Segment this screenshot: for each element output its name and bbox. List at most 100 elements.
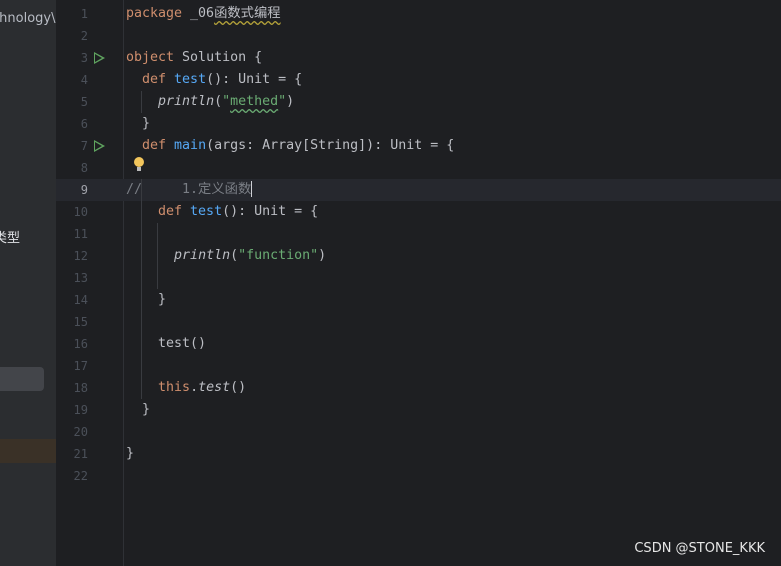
code-token: println bbox=[174, 248, 231, 263]
code-line[interactable]: 13 bbox=[56, 267, 781, 289]
line-number: 6 bbox=[80, 117, 88, 131]
code-token: } bbox=[126, 116, 151, 131]
indent-guide bbox=[141, 179, 142, 399]
line-number: 19 bbox=[73, 403, 88, 417]
line-number: 16 bbox=[73, 337, 88, 351]
line-number: 4 bbox=[80, 73, 88, 87]
line-number: 8 bbox=[80, 161, 88, 175]
line-number: 3 bbox=[80, 51, 88, 65]
code-token: } bbox=[126, 292, 167, 307]
code-token: def bbox=[126, 204, 191, 219]
line-number: 17 bbox=[73, 359, 88, 373]
code-text: } bbox=[126, 399, 150, 421]
lightbulb-icon[interactable] bbox=[134, 157, 144, 171]
line-number: 1 bbox=[80, 7, 88, 21]
line-number: 5 bbox=[80, 95, 88, 109]
line-number: 13 bbox=[73, 271, 88, 285]
line-number: 18 bbox=[73, 381, 88, 395]
project-tree-item[interactable]: 类型 bbox=[0, 227, 20, 246]
line-number: 15 bbox=[73, 315, 88, 329]
code-text: // 1.定义函数 bbox=[126, 179, 253, 201]
code-token: " bbox=[222, 94, 231, 109]
code-token: (): Unit = { bbox=[222, 204, 319, 219]
project-tree-item[interactable]: chnology\ bbox=[0, 11, 55, 26]
run-icon[interactable] bbox=[94, 140, 105, 152]
code-line[interactable]: 3 object Solution { bbox=[56, 47, 781, 69]
code-token: (): Unit = { bbox=[206, 72, 303, 87]
code-token: () bbox=[230, 380, 247, 395]
selected-tree-item[interactable] bbox=[0, 367, 44, 391]
code-line[interactable]: 22 bbox=[56, 465, 781, 487]
code-text: def test(): Unit = { bbox=[126, 69, 302, 91]
code-token: test bbox=[174, 72, 207, 87]
code-token: // 1.定义函数 bbox=[126, 182, 252, 197]
project-sidebar: chnology\ 类型 bbox=[0, 0, 56, 566]
line-number: 22 bbox=[73, 469, 88, 483]
code-line[interactable]: 16 test() bbox=[56, 333, 781, 355]
run-icon[interactable] bbox=[94, 52, 105, 64]
code-token: object bbox=[126, 50, 183, 65]
text-caret bbox=[251, 181, 253, 197]
code-text: } bbox=[126, 289, 166, 311]
active-file-item[interactable] bbox=[0, 439, 56, 463]
code-token: ( bbox=[214, 94, 223, 109]
code-token: "function" bbox=[238, 248, 319, 263]
code-line[interactable]: 6 } bbox=[56, 113, 781, 135]
code-line[interactable]: 19 } bbox=[56, 399, 781, 421]
code-text: test() bbox=[126, 333, 206, 355]
code-text: println("methed") bbox=[126, 91, 294, 113]
code-text: } bbox=[126, 443, 134, 465]
code-line[interactable]: 2 bbox=[56, 25, 781, 47]
line-number: 9 bbox=[80, 183, 88, 197]
code-token: } bbox=[126, 446, 135, 461]
code-line[interactable]: 10 def test(): Unit = { bbox=[56, 201, 781, 223]
code-line[interactable]: 4 def test(): Unit = { bbox=[56, 69, 781, 91]
code-token: Solution { bbox=[182, 50, 263, 65]
code-text: def main(args: Array[String]): Unit = { bbox=[126, 135, 454, 157]
code-token: 函数式编程 bbox=[214, 6, 281, 21]
code-token: package bbox=[126, 6, 191, 21]
code-line[interactable]: 8 bbox=[56, 157, 781, 179]
line-number: 12 bbox=[73, 249, 88, 263]
line-number: 11 bbox=[73, 227, 88, 241]
line-number: 20 bbox=[73, 425, 88, 439]
line-number: 14 bbox=[73, 293, 88, 307]
code-line[interactable]: 20 bbox=[56, 421, 781, 443]
code-token: " bbox=[278, 94, 287, 109]
code-token: def bbox=[126, 138, 175, 153]
code-token: (args: Array[String]): Unit = { bbox=[206, 138, 455, 153]
code-line[interactable]: 21} bbox=[56, 443, 781, 465]
code-token: test bbox=[190, 204, 223, 219]
code-token: test() bbox=[126, 336, 207, 351]
line-number: 2 bbox=[80, 29, 88, 43]
code-token: _06 bbox=[190, 6, 215, 21]
indent-guide bbox=[141, 91, 142, 113]
code-token: ) bbox=[318, 248, 327, 263]
code-token: this bbox=[158, 380, 191, 395]
code-line[interactable]: 15 bbox=[56, 311, 781, 333]
code-line[interactable]: 14 } bbox=[56, 289, 781, 311]
code-line[interactable]: 11 bbox=[56, 223, 781, 245]
code-line[interactable]: 18 this.test() bbox=[56, 377, 781, 399]
code-token: methed bbox=[230, 94, 279, 109]
line-number: 21 bbox=[73, 447, 88, 461]
watermark: CSDN @STONE_KKK bbox=[634, 541, 765, 556]
code-line[interactable]: 1 package _06函数式编程 bbox=[56, 3, 781, 25]
code-line[interactable]: 12 println("function") bbox=[56, 245, 781, 267]
code-token: def bbox=[126, 72, 175, 87]
code-token: ( bbox=[230, 248, 239, 263]
code-line[interactable]: 9 // 1.定义函数 bbox=[56, 179, 781, 201]
code-text: def test(): Unit = { bbox=[126, 201, 318, 223]
code-line[interactable]: 7 def main(args: Array[String]): Unit = … bbox=[56, 135, 781, 157]
code-token: } bbox=[126, 402, 151, 417]
code-token: ) bbox=[286, 94, 295, 109]
code-line[interactable]: 17 bbox=[56, 355, 781, 377]
code-line[interactable]: 5 println("methed") bbox=[56, 91, 781, 113]
code-text: object Solution { bbox=[126, 47, 262, 69]
indent-guide bbox=[157, 223, 158, 289]
code-text: } bbox=[126, 113, 150, 135]
line-number: 10 bbox=[73, 205, 88, 219]
